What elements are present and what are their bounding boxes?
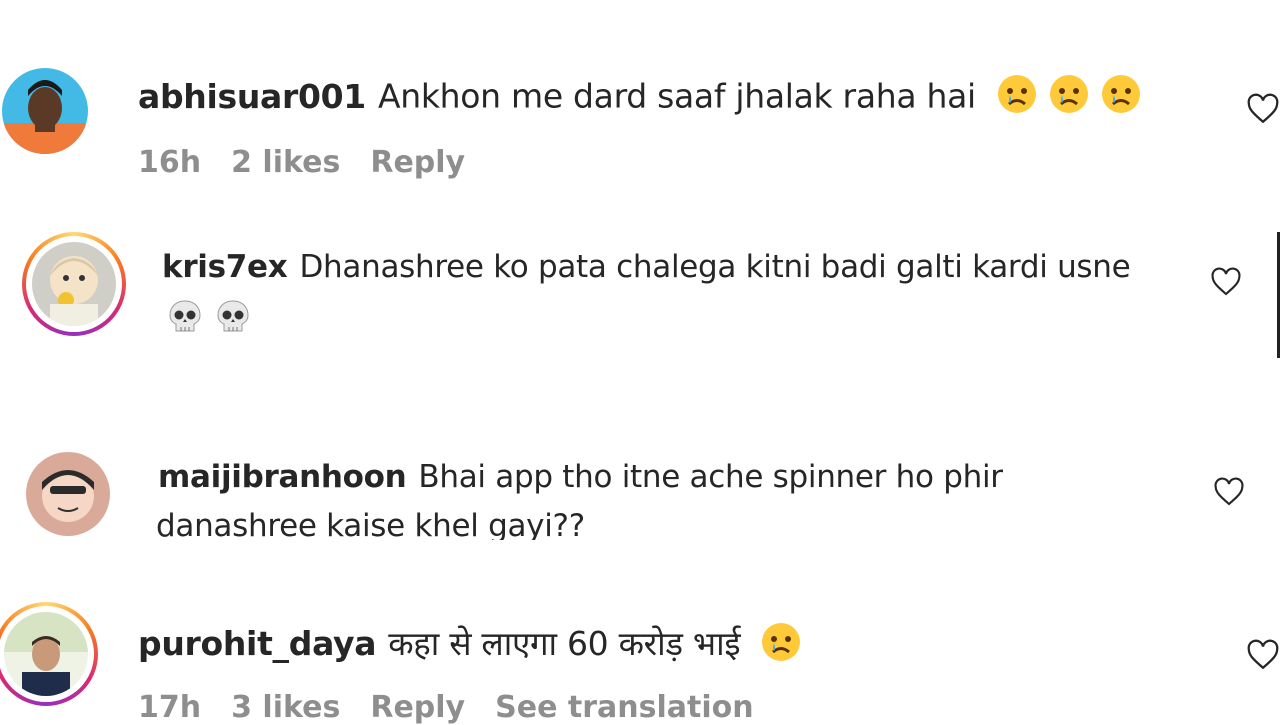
crying-face-icon bbox=[996, 73, 1038, 123]
comment-body: कहा से लाएगा 60 करोड़ भाई bbox=[388, 624, 741, 663]
skull-icon bbox=[166, 298, 204, 340]
comment-time: 16h bbox=[138, 145, 202, 180]
avatar[interactable] bbox=[2, 68, 88, 154]
comment-item: purohit_daya कहा से लाएगा 60 करोड़ भाई 17… bbox=[0, 600, 1280, 725]
like-heart-icon[interactable] bbox=[1210, 266, 1242, 298]
username[interactable]: purohit_daya bbox=[138, 624, 377, 663]
comment-body: Bhai app tho itne ache spinner ho phir bbox=[418, 459, 1003, 495]
comment-text: abhisuar001 Ankhon me dard saaf jhalak ra… bbox=[138, 73, 1142, 123]
username[interactable]: kris7ex bbox=[162, 249, 288, 285]
like-heart-icon[interactable] bbox=[1213, 476, 1245, 508]
avatar[interactable] bbox=[32, 242, 116, 326]
avatar[interactable] bbox=[26, 452, 110, 536]
reply-link[interactable]: Reply bbox=[370, 145, 465, 180]
comment-text: maijibranhoon Bhai app tho itne ache spin… bbox=[158, 459, 1003, 495]
crying-face-icon bbox=[1100, 73, 1142, 123]
comment-item: abhisuar001 Ankhon me dard saaf jhalak ra… bbox=[0, 60, 1280, 190]
comment-item: maijibranhoon Bhai app tho itne ache spin… bbox=[0, 446, 1280, 540]
avatar-story-ring[interactable] bbox=[0, 602, 98, 706]
crying-face-icon bbox=[1048, 73, 1090, 123]
comment-body: Dhanashree ko pata chalega kitni badi ga… bbox=[299, 249, 1131, 285]
comment-item: kris7ex Dhanashree ko pata chalega kitni … bbox=[0, 222, 1280, 362]
likes-count[interactable]: 2 likes bbox=[231, 145, 340, 180]
avatar[interactable] bbox=[4, 612, 88, 696]
comment-text-continued: danashree kaise khel gayi?? bbox=[156, 508, 585, 540]
comment-text: kris7ex Dhanashree ko pata chalega kitni … bbox=[162, 249, 1131, 285]
avatar-story-ring[interactable] bbox=[22, 232, 126, 336]
comment-body: Ankhon me dard saaf jhalak raha hai bbox=[377, 76, 976, 116]
previous-comment-remnant bbox=[340, 0, 500, 6]
username[interactable]: maijibranhoon bbox=[158, 459, 407, 495]
comment-text: purohit_daya कहा से लाएगा 60 करोड़ भाई bbox=[138, 620, 802, 671]
like-heart-icon[interactable] bbox=[1246, 638, 1280, 672]
comment-emojis bbox=[156, 298, 252, 340]
skull-icon bbox=[214, 298, 252, 340]
crying-face-icon bbox=[760, 621, 802, 671]
comment-meta: 16h 2 likes Reply bbox=[138, 145, 495, 180]
like-heart-icon[interactable] bbox=[1246, 92, 1280, 126]
username[interactable]: abhisuar001 bbox=[138, 77, 366, 116]
